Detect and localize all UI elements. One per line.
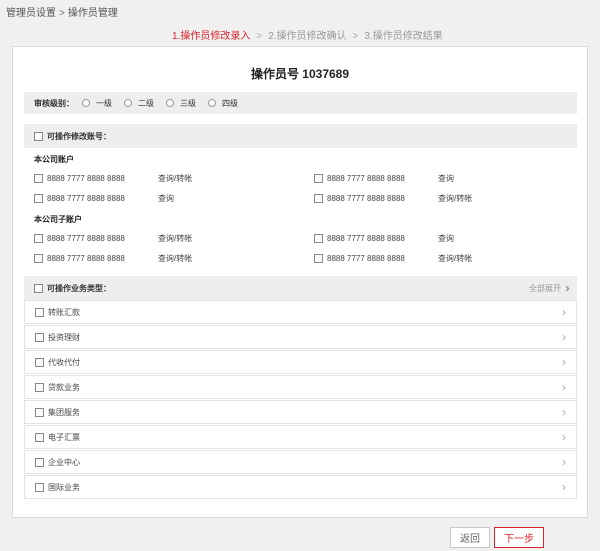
business-type-row[interactable]: 投资理财 › [24,325,577,349]
back-button[interactable]: 返回 [450,527,490,548]
account-item: 8888 7777 8888 8888 查询 [34,194,174,203]
radio-icon[interactable] [166,99,174,107]
double-chevron-right-icon: ›› [565,281,570,295]
account-checkbox[interactable] [314,174,323,183]
expand-all-button[interactable]: 全部展开 ›› [529,281,570,295]
business-type-row[interactable]: 代收代付 › [24,350,577,374]
business-type-row[interactable]: 电子汇票 › [24,425,577,449]
chevron-right-icon[interactable]: › [562,305,566,319]
step-3: 3.操作员修改结果 [364,31,443,42]
business-select-all-checkbox[interactable] [34,283,43,293]
chevron-right-icon[interactable]: › [562,380,566,394]
account-checkbox[interactable] [34,174,43,183]
account-item: 8888 7777 8888 8888 查询 [314,174,454,183]
step-2: 2.操作员修改确认 [268,31,347,42]
business-checkbox[interactable] [35,432,44,442]
chevron-right-icon[interactable]: › [562,430,566,444]
account-item: 8888 7777 8888 8888 查询/转帐 [34,174,192,183]
business-checkbox[interactable] [35,357,44,367]
business-checkbox[interactable] [35,407,44,417]
accounts-section-label: 可操作修改账号： [47,131,111,141]
audit-option-1[interactable]: 一级 [82,98,112,109]
account-checkbox[interactable] [34,254,43,263]
breadcrumb-current: 操作员管理 [67,8,118,19]
business-checkbox[interactable] [35,382,44,392]
radio-icon[interactable] [208,99,216,107]
step-1: 1.操作员修改录入 [172,31,251,42]
breadcrumb: 管理员设置 > 操作员管理 [6,4,118,19]
account-item: 8888 7777 8888 8888 查询/转帐 [314,194,472,203]
chevron-right-icon[interactable]: › [562,330,566,344]
business-section-header: 可操作业务类型： 全部展开 ›› [24,276,577,300]
account-item: 8888 7777 8888 8888 查询 [314,234,454,243]
form-panel: 操作员号 1037689 审核级别： 一级 二级 三级 四级 可操作修改账号： … [12,46,588,518]
account-checkbox[interactable] [314,254,323,263]
chevron-right-icon[interactable]: › [562,455,566,469]
account-checkbox[interactable] [314,234,323,243]
audit-option-2[interactable]: 二级 [124,98,154,109]
page-title: 操作员号 1037689 [250,67,350,81]
account-checkbox[interactable] [314,194,323,203]
step-indicator: 1.操作员修改录入 >2.操作员修改确认 >3.操作员修改结果 [172,27,443,42]
business-type-row[interactable]: 企业中心 › [24,450,577,474]
account-item: 8888 7777 8888 8888 查询/转帐 [34,254,192,263]
account-item: 8888 7777 8888 8888 查询/转帐 [314,254,472,263]
accounts-select-all-checkbox[interactable] [34,131,43,141]
business-type-row[interactable]: 国际业务 › [24,475,577,499]
chevron-right-icon[interactable]: › [562,405,566,419]
radio-icon[interactable] [82,99,90,107]
business-checkbox[interactable] [35,457,44,467]
next-step-button[interactable]: 下一步 [494,527,544,548]
business-type-row[interactable]: 集团服务 › [24,400,577,424]
chevron-right-icon[interactable]: › [562,480,566,494]
business-checkbox[interactable] [35,332,44,342]
breadcrumb-separator: > [59,8,65,19]
business-type-row[interactable]: 贷款业务 › [24,375,577,399]
account-checkbox[interactable] [34,234,43,243]
audit-option-4[interactable]: 四级 [208,98,238,109]
audit-level-row: 审核级别： 一级 二级 三级 四级 [24,92,577,114]
chevron-right-icon[interactable]: › [562,355,566,369]
breadcrumb-parent[interactable]: 管理员设置 [6,4,56,19]
step-arrow: > [352,31,359,42]
audit-option-3[interactable]: 三级 [166,98,196,109]
account-item: 8888 7777 8888 8888 查询/转帐 [34,234,192,243]
business-checkbox[interactable] [35,307,44,317]
accounts-section-header: 可操作修改账号： [24,124,577,148]
company-accounts-label: 本公司账户 [34,155,74,164]
audit-level-label: 审核级别： [34,98,74,108]
account-checkbox[interactable] [34,194,43,203]
business-checkbox[interactable] [35,482,44,492]
subsidiary-accounts-label: 本公司子账户 [34,215,82,224]
business-type-row[interactable]: 转账汇款 › [24,300,577,324]
step-arrow: > [256,31,263,42]
business-section-label: 可操作业务类型： [47,283,111,293]
radio-icon[interactable] [124,99,132,107]
